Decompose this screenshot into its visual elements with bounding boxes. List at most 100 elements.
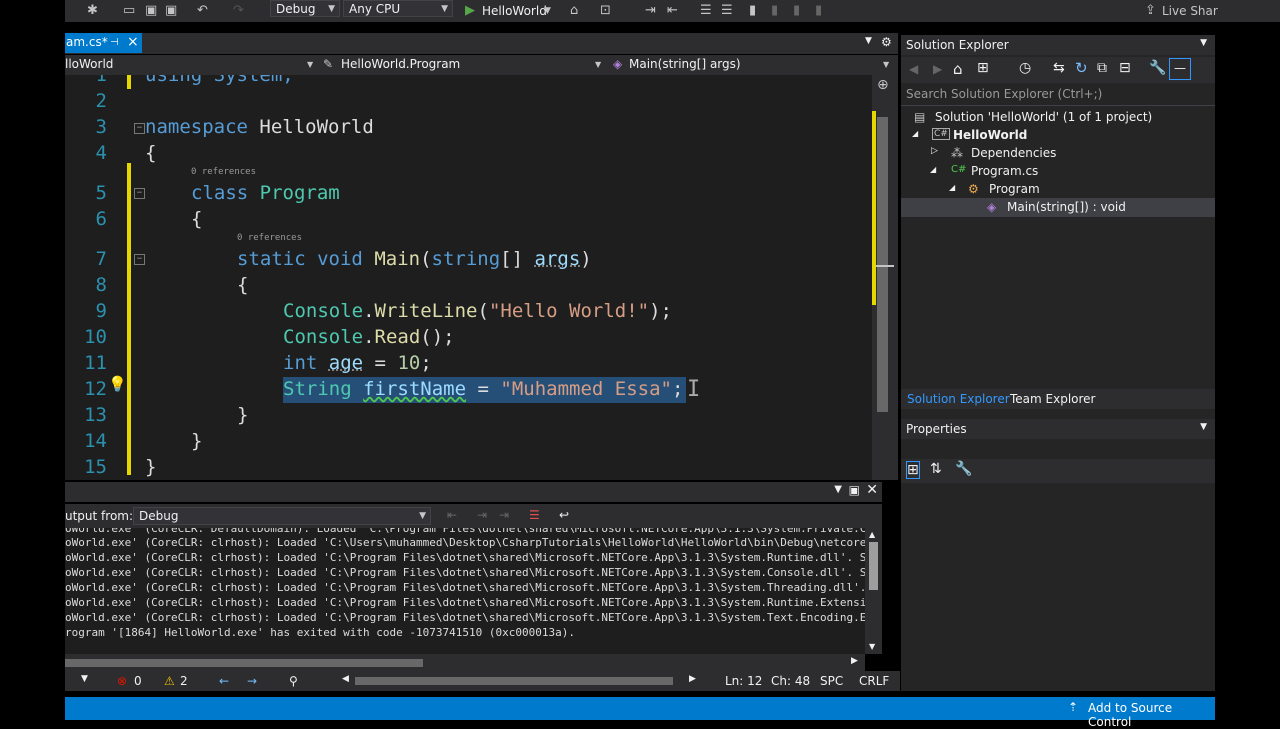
- bookmark-clear-icon[interactable]: ▮: [815, 3, 822, 19]
- tree-item-main-method[interactable]: Main(string[]) : void: [1007, 200, 1126, 214]
- bookmark-icon[interactable]: ▮: [749, 3, 756, 19]
- line-indicator[interactable]: Ln: 12: [725, 674, 762, 688]
- home-icon[interactable]: ⌂: [953, 60, 963, 78]
- chevron-down-icon[interactable]: ▼: [81, 674, 88, 684]
- codelens-references[interactable]: 0 references: [191, 167, 256, 177]
- preview-icon[interactable]: —: [1169, 58, 1191, 80]
- warning-count[interactable]: 2: [180, 674, 188, 688]
- scroll-right-icon[interactable]: ▶: [851, 656, 858, 666]
- class-dropdown[interactable]: HelloWorld.Program: [341, 57, 460, 71]
- property-pages-icon[interactable]: 🔧: [955, 461, 972, 477]
- categorized-icon[interactable]: ⊞: [906, 461, 920, 479]
- pending-changes-icon[interactable]: ◷: [1019, 60, 1031, 76]
- start-button-label[interactable]: HelloWorld: [482, 3, 547, 19]
- open-folder-icon[interactable]: ▭: [123, 3, 135, 19]
- scroll-right-icon[interactable]: ▶: [689, 674, 696, 684]
- solution-config-dropdown[interactable]: Debug ▼: [270, 0, 340, 17]
- tree-item-program-cs[interactable]: Program.cs: [971, 164, 1038, 178]
- bookmark-next-icon[interactable]: ▮: [793, 3, 800, 19]
- lightbulb-icon[interactable]: 💡: [108, 375, 127, 393]
- forward-icon[interactable]: ▶: [933, 62, 942, 76]
- collapse-triangle-icon[interactable]: ▷: [931, 146, 938, 156]
- expand-triangle-icon[interactable]: ◢: [930, 165, 936, 174]
- step-icon[interactable]: ⇥: [645, 3, 656, 19]
- chevron-down-icon[interactable]: ▼: [1200, 422, 1207, 432]
- alphabetical-icon[interactable]: ⇅: [930, 461, 942, 477]
- column-indicator[interactable]: Ch: 48: [771, 674, 810, 688]
- expand-triangle-icon[interactable]: ◢: [912, 129, 918, 138]
- find-icon[interactable]: ⇥: [477, 508, 487, 522]
- error-count[interactable]: 0: [134, 674, 142, 688]
- scroll-down-icon[interactable]: ▼: [869, 642, 875, 651]
- tab-program-cs[interactable]: am.cs* ⊣ ×: [65, 33, 142, 53]
- editor-hscroll-thumb[interactable]: [355, 677, 673, 685]
- find-next-icon[interactable]: ⇥: [499, 508, 509, 522]
- maximize-icon[interactable]: ▣: [849, 483, 860, 497]
- bookmark-prev-icon[interactable]: ▮: [771, 3, 778, 19]
- switch-views-icon[interactable]: ⊞: [977, 60, 989, 76]
- close-icon[interactable]: ✕: [866, 482, 878, 498]
- save-icon[interactable]: ▣: [145, 3, 157, 19]
- properties-wrench-icon[interactable]: 🔧: [1149, 60, 1166, 76]
- tab-solution-explorer[interactable]: Solution Explorer: [907, 392, 1010, 406]
- nav-back-icon[interactable]: ←: [219, 674, 229, 688]
- show-all-files-icon[interactable]: ⊟: [1119, 60, 1131, 76]
- word-wrap-icon[interactable]: ↩: [559, 508, 569, 522]
- platform-dropdown[interactable]: Any CPU ▼: [343, 0, 453, 17]
- code-editor[interactable]: 1 2 3 4 5 6 7 8 9 10 11 12 13 14 15 − − …: [65, 75, 872, 480]
- line-ending-indicator[interactable]: CRLF: [859, 674, 889, 688]
- save-all-icon[interactable]: ▣: [165, 3, 177, 19]
- tab-list-chevron-icon[interactable]: ▼: [865, 36, 872, 46]
- pin-icon[interactable]: ⊣: [110, 33, 119, 52]
- chevron-down-icon[interactable]: ▼: [1200, 38, 1207, 48]
- tree-item-program-class[interactable]: Program: [989, 182, 1040, 196]
- browser-link-icon[interactable]: ⌂: [570, 3, 578, 19]
- output-horizontal-scrollbar[interactable]: ▶: [65, 654, 865, 671]
- tree-item-solution[interactable]: Solution 'HelloWorld' (1 of 1 project): [935, 110, 1152, 124]
- align-icon[interactable]: ☰: [700, 3, 712, 19]
- step-over-icon[interactable]: ⇤: [667, 3, 678, 19]
- solution-explorer-search[interactable]: Search Solution Explorer (Ctrl+;): [901, 84, 1215, 106]
- expand-triangle-icon[interactable]: ◢: [949, 183, 955, 192]
- member-dropdown[interactable]: Main(string[] args): [629, 57, 741, 71]
- scroll-up-icon[interactable]: ▲: [869, 530, 875, 539]
- refresh-icon[interactable]: ↻: [1075, 59, 1088, 77]
- gear-icon[interactable]: ⚙: [881, 35, 892, 49]
- live-share-icon[interactable]: ⇪: [1145, 3, 1156, 19]
- chevron-down-icon[interactable]: ▼: [544, 3, 551, 19]
- scroll-thumb[interactable]: [869, 542, 878, 590]
- sync-icon[interactable]: ⇆: [1053, 60, 1065, 76]
- brush-icon[interactable]: ⚲: [289, 674, 298, 688]
- fold-toggle[interactable]: −: [134, 123, 145, 134]
- back-icon[interactable]: ◀: [909, 62, 918, 76]
- start-debug-icon[interactable]: ▶: [465, 3, 475, 19]
- scroll-left-icon[interactable]: ◀: [342, 674, 349, 684]
- nav-forward-icon[interactable]: →: [247, 674, 257, 688]
- redo-icon[interactable]: ↷: [233, 3, 244, 19]
- collapse-all-icon[interactable]: ⧉: [1097, 60, 1107, 76]
- output-text[interactable]: oWorld.exe' (CoreCLR: DefaultDomain): Lo…: [65, 528, 865, 654]
- align-right-icon[interactable]: ☰: [721, 3, 733, 19]
- solution-icon[interactable]: ⊡: [600, 3, 611, 19]
- whitespace-indicator[interactable]: SPC: [820, 674, 843, 688]
- add-to-source-control[interactable]: Add to Source Control: [1088, 701, 1215, 729]
- project-dropdown[interactable]: lloWorld: [65, 57, 113, 71]
- clear-all-icon[interactable]: ☰: [529, 508, 540, 522]
- fold-toggle[interactable]: −: [134, 254, 145, 265]
- codelens-references[interactable]: 0 references: [237, 233, 302, 243]
- output-source-dropdown[interactable]: Debug ▼: [133, 507, 431, 525]
- tree-item-project[interactable]: HelloWorld: [953, 128, 1027, 142]
- scroll-thumb[interactable]: [65, 659, 423, 667]
- tree-item-dependencies[interactable]: Dependencies: [971, 146, 1056, 160]
- undo-icon[interactable]: ↶: [197, 3, 208, 19]
- find-prev-icon[interactable]: ⇤: [447, 508, 457, 522]
- warning-icon[interactable]: ⚠: [164, 674, 175, 688]
- close-icon[interactable]: ×: [127, 33, 139, 52]
- live-share-label[interactable]: Live Shar: [1162, 3, 1218, 19]
- output-vertical-scrollbar[interactable]: ▲ ▼: [865, 528, 882, 654]
- fold-toggle[interactable]: −: [134, 188, 145, 199]
- split-icon[interactable]: ⊕: [877, 77, 889, 93]
- new-project-icon[interactable]: ✱: [87, 3, 98, 19]
- error-icon[interactable]: ⊗: [117, 674, 127, 688]
- chevron-down-icon[interactable]: ▼: [834, 484, 842, 495]
